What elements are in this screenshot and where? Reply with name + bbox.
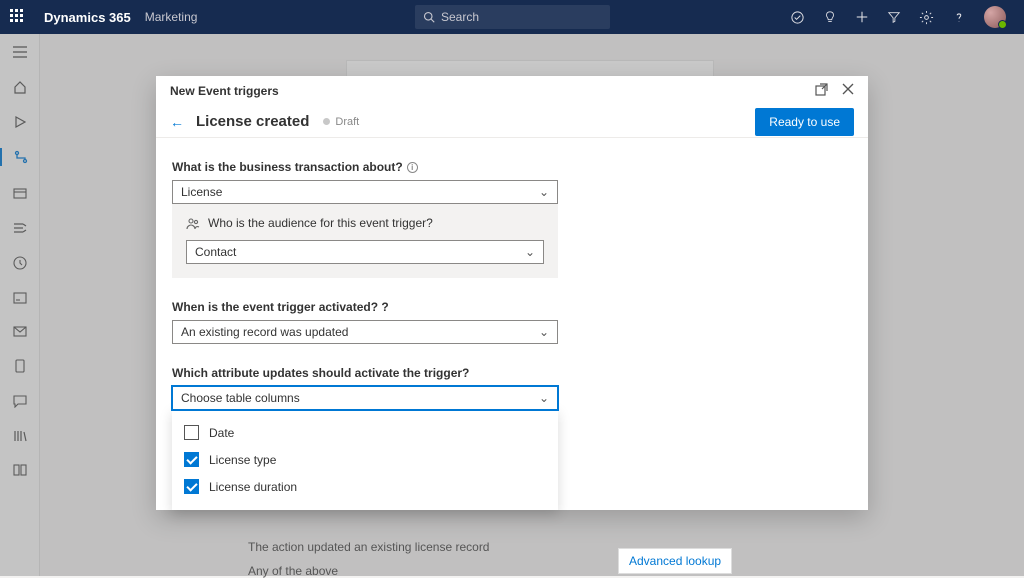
chevron-down-icon: ⌄ xyxy=(525,245,535,259)
columns-dropdown-panel: Date License type License duration xyxy=(172,409,558,510)
app-launcher-icon[interactable] xyxy=(10,9,26,25)
modal-titlebar: New Event triggers xyxy=(156,76,868,106)
checkbox-unchecked-icon[interactable] xyxy=(184,425,199,440)
settings-icon[interactable] xyxy=(919,10,934,25)
audience-value: Contact xyxy=(195,245,236,259)
chevron-down-icon: ⌄ xyxy=(539,325,549,339)
checkbox-checked-icon[interactable] xyxy=(184,479,199,494)
top-navbar: Dynamics 365 Marketing Search xyxy=(0,0,1024,34)
filter-icon[interactable] xyxy=(887,10,901,24)
column-option[interactable]: Date xyxy=(184,419,546,446)
info-icon[interactable]: i xyxy=(407,162,418,173)
modal-header: ← License created Draft Ready to use xyxy=(156,106,868,138)
back-arrow-icon[interactable]: ← xyxy=(170,114,184,130)
topbar-actions xyxy=(790,6,1014,28)
user-avatar[interactable] xyxy=(984,6,1006,28)
assistant-icon[interactable] xyxy=(790,10,805,25)
help-icon[interactable] xyxy=(952,10,966,24)
attribute-columns-select[interactable]: Choose table columns ⌄ xyxy=(172,386,558,410)
search-placeholder: Search xyxy=(441,10,479,24)
status-dot-icon xyxy=(323,118,330,125)
audience-label: Who is the audience for this event trigg… xyxy=(186,216,544,230)
column-option[interactable]: License type xyxy=(184,446,546,473)
column-option[interactable]: License duration xyxy=(184,473,546,500)
checkbox-checked-icon[interactable] xyxy=(184,452,199,467)
global-search[interactable]: Search xyxy=(415,5,610,29)
bg-text-1: The action updated an existing license r… xyxy=(248,540,489,554)
option-label: Date xyxy=(209,426,234,440)
q2-value: An existing record was updated xyxy=(181,325,348,339)
people-icon xyxy=(186,217,200,230)
search-icon xyxy=(423,11,435,23)
chevron-down-icon: ⌄ xyxy=(539,391,549,405)
modal-title: New Event triggers xyxy=(170,84,279,98)
q1-value: License xyxy=(181,185,222,199)
add-icon[interactable] xyxy=(855,10,869,24)
modal-body: What is the business transaction about? … xyxy=(156,138,868,510)
event-trigger-modal: New Event triggers ← License created Dra… xyxy=(156,76,868,510)
audience-select[interactable]: Contact ⌄ xyxy=(186,240,544,264)
module-name: Marketing xyxy=(145,10,198,24)
chevron-down-icon: ⌄ xyxy=(539,185,549,199)
q3-value: Choose table columns xyxy=(181,391,300,405)
audience-section: Who is the audience for this event trigg… xyxy=(172,204,558,278)
lightbulb-icon[interactable] xyxy=(823,10,837,24)
status-label: Draft xyxy=(335,116,359,128)
ready-to-use-button[interactable]: Ready to use xyxy=(755,108,854,136)
trigger-name-heading: License created xyxy=(196,113,309,130)
close-icon[interactable] xyxy=(842,83,854,99)
brand-name: Dynamics 365 xyxy=(44,10,131,25)
option-label: License duration xyxy=(209,480,297,494)
option-label: License type xyxy=(209,453,276,467)
q2-label: When is the event trigger activated? ? xyxy=(172,300,852,314)
q1-label: What is the business transaction about? … xyxy=(172,160,852,174)
q3-label: Which attribute updates should activate … xyxy=(172,366,852,380)
popout-icon[interactable] xyxy=(815,83,828,99)
business-transaction-select[interactable]: License ⌄ xyxy=(172,180,558,204)
advanced-lookup-link[interactable]: Advanced lookup xyxy=(618,548,732,574)
activation-select[interactable]: An existing record was updated ⌄ xyxy=(172,320,558,344)
